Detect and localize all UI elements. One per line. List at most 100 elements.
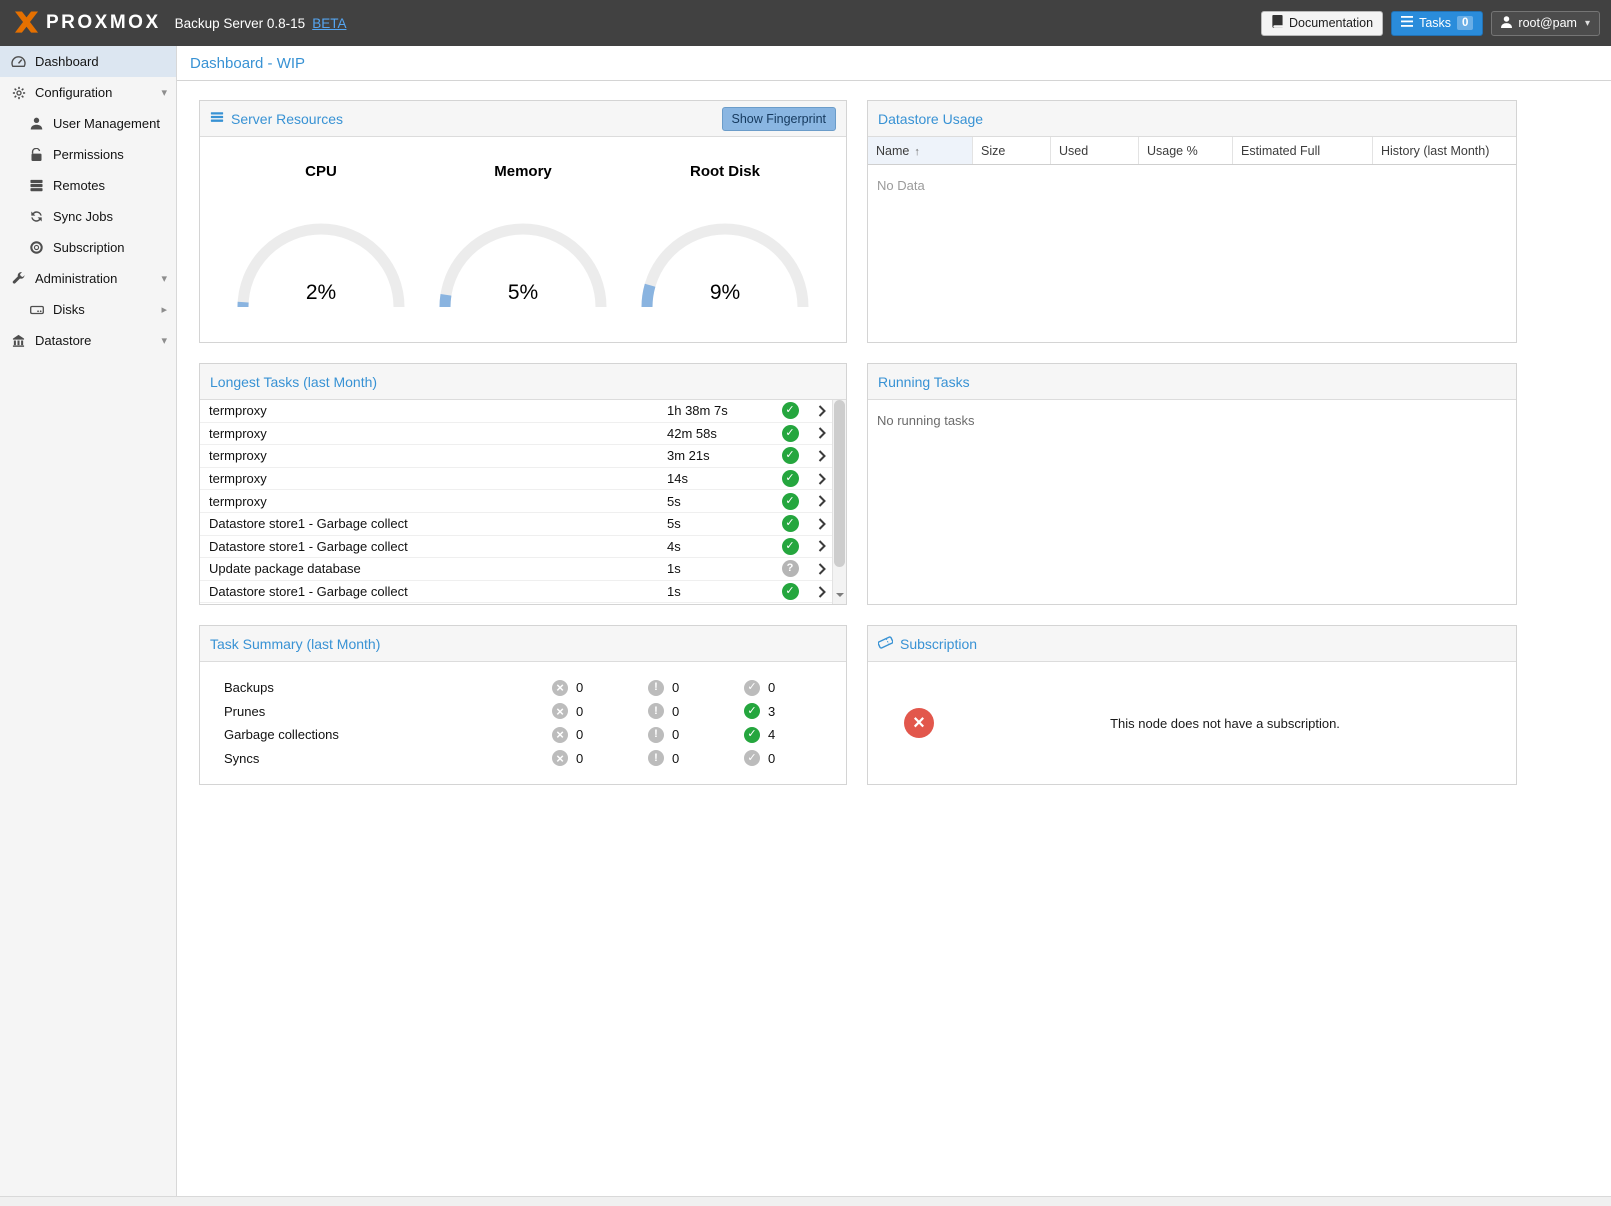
scrollbar-down-button[interactable] — [833, 589, 846, 604]
panel-datastore-usage: Datastore Usage Name Size Used Usage % E… — [867, 100, 1517, 343]
task-row[interactable]: Update package database 1s — [200, 558, 832, 581]
sidebar-item-remotes[interactable]: Remotes — [0, 170, 176, 201]
sidebar-item-label: Subscription — [53, 240, 125, 255]
task-row[interactable]: termproxy 14s — [200, 468, 832, 491]
error-icon — [552, 680, 568, 696]
dashboard-content: Server Resources Show Fingerprint CPU 2% — [199, 100, 1517, 785]
ok-icon — [744, 750, 760, 766]
ok-icon — [744, 680, 760, 696]
subscription-title: Subscription — [900, 636, 977, 652]
ok-icon — [744, 727, 760, 743]
sidebar-item-dashboard[interactable]: Dashboard — [0, 46, 176, 77]
chevron-right-icon[interactable] — [818, 518, 826, 530]
chevron-right-icon[interactable] — [818, 473, 826, 485]
gauge-value: 9% — [635, 281, 815, 305]
vertical-scrollbar[interactable] — [832, 400, 846, 604]
chevron-right-icon[interactable] — [818, 586, 826, 598]
chevron-down-icon — [161, 334, 167, 347]
sidebar-item-user-management[interactable]: User Management — [0, 108, 176, 139]
column-header-name[interactable]: Name — [868, 137, 973, 164]
warning-icon — [648, 680, 664, 696]
task-status-icon — [782, 447, 799, 464]
sidebar-item-subscription[interactable]: Subscription — [0, 232, 176, 263]
summary-row: Prunes 0 0 3 — [200, 700, 846, 724]
task-row[interactable]: termproxy 3m 21s — [200, 445, 832, 468]
chevron-right-icon[interactable] — [818, 563, 826, 575]
task-row[interactable]: termproxy 5s — [200, 490, 832, 513]
chevron-down-icon — [161, 272, 167, 285]
sidebar-item-disks[interactable]: Disks — [0, 294, 176, 325]
sidebar-item-label: Dashboard — [35, 54, 99, 69]
warning-icon — [648, 703, 664, 719]
running-tasks-title: Running Tasks — [878, 374, 970, 390]
show-fingerprint-button[interactable]: Show Fingerprint — [722, 107, 837, 131]
sidebar-item-sync-jobs[interactable]: Sync Jobs — [0, 201, 176, 232]
summary-row: Garbage collections 0 0 4 — [200, 723, 846, 747]
sidebar-item-administration[interactable]: Administration — [0, 263, 176, 294]
longest-tasks-header: Longest Tasks (last Month) — [200, 364, 846, 400]
datastore-usage-column-headers: Name Size Used Usage % Estimated Full Hi… — [868, 137, 1516, 165]
chevron-right-icon[interactable] — [818, 427, 826, 439]
running-tasks-header: Running Tasks — [868, 364, 1516, 400]
column-header-usage-pct[interactable]: Usage % — [1139, 137, 1233, 164]
task-row[interactable]: termproxy 1h 38m 7s — [200, 400, 832, 423]
column-header-size[interactable]: Size — [973, 137, 1051, 164]
panel-task-summary: Task Summary (last Month) Backups 0 0 0 … — [199, 625, 847, 785]
server-resources-header: Server Resources Show Fingerprint — [200, 101, 846, 137]
tasks-button[interactable]: Tasks 0 — [1391, 11, 1483, 36]
chevron-right-icon[interactable] — [818, 450, 826, 462]
column-header-history[interactable]: History (last Month) — [1373, 137, 1516, 164]
chevron-right-icon[interactable] — [818, 495, 826, 507]
documentation-button[interactable]: Documentation — [1261, 11, 1383, 36]
sidebar-item-label: Disks — [53, 302, 85, 317]
subscription-header: Subscription — [868, 626, 1516, 662]
sidebar-item-configuration[interactable]: Configuration — [0, 77, 176, 108]
sidebar-item-label: Configuration — [35, 85, 112, 100]
scrollbar-thumb[interactable] — [834, 400, 845, 567]
column-header-used[interactable]: Used — [1051, 137, 1139, 164]
warning-icon — [648, 750, 664, 766]
user-icon — [28, 117, 45, 130]
panel-subscription: Subscription This node does not have a s… — [867, 625, 1517, 785]
task-summary-body: Backups 0 0 0 Prunes 0 0 3 Garbage colle… — [200, 662, 846, 770]
subscription-body: This node does not have a subscription. — [868, 662, 1516, 784]
sort-asc-icon — [909, 144, 920, 158]
sidebar-item-datastore[interactable]: Datastore — [0, 325, 176, 356]
sidebar-item-permissions[interactable]: Permissions — [0, 139, 176, 170]
task-status-icon — [782, 470, 799, 487]
user-icon — [1501, 16, 1512, 31]
longest-tasks-body: termproxy 1h 38m 7s termproxy 42m 58s te… — [200, 400, 846, 604]
user-menu-button[interactable]: root@pam — [1491, 11, 1600, 36]
page-header: Dashboard - WIP — [177, 46, 1611, 81]
unlock-icon — [28, 148, 45, 162]
column-header-estimated-full[interactable]: Estimated Full — [1233, 137, 1373, 164]
gauge-cpu: CPU 2% — [231, 137, 411, 313]
gauge-value: 5% — [433, 281, 613, 305]
task-row[interactable]: Datastore store1 - Garbage collect 5s — [200, 513, 832, 536]
error-icon — [552, 703, 568, 719]
task-row[interactable]: termproxy 42m 58s — [200, 423, 832, 446]
hdd-icon — [28, 304, 45, 316]
ticket-icon — [878, 635, 893, 653]
gauge-memory: Memory 5% — [433, 137, 613, 313]
chevron-right-icon[interactable] — [818, 540, 826, 552]
task-status-icon — [782, 583, 799, 600]
task-row[interactable]: Datastore store1 - Garbage collect 4s — [200, 536, 832, 559]
chevron-right-icon[interactable] — [818, 405, 826, 417]
dashboard-icon — [10, 55, 27, 68]
task-row[interactable]: Datastore store1 - Garbage collect 1s — [200, 581, 832, 604]
longest-tasks-title: Longest Tasks (last Month) — [210, 374, 377, 390]
task-summary-title: Task Summary (last Month) — [210, 636, 380, 652]
topbar: PROXMOX Backup Server 0.8-15 BETA Docume… — [0, 0, 1611, 46]
chevron-down-icon — [161, 86, 167, 99]
gauge-root-disk: Root Disk 9% — [635, 137, 815, 313]
datastore-building-icon — [10, 334, 27, 347]
beta-link[interactable]: BETA — [312, 16, 346, 31]
task-status-icon — [782, 515, 799, 532]
horizontal-scrollbar-track[interactable] — [0, 1196, 1611, 1206]
topbar-actions: Documentation Tasks 0 root@pam — [1261, 11, 1600, 36]
sync-icon — [28, 210, 45, 223]
user-label: root@pam — [1518, 16, 1577, 30]
product-version-text: Backup Server 0.8-15 — [175, 16, 306, 31]
support-ring-icon — [28, 241, 45, 254]
